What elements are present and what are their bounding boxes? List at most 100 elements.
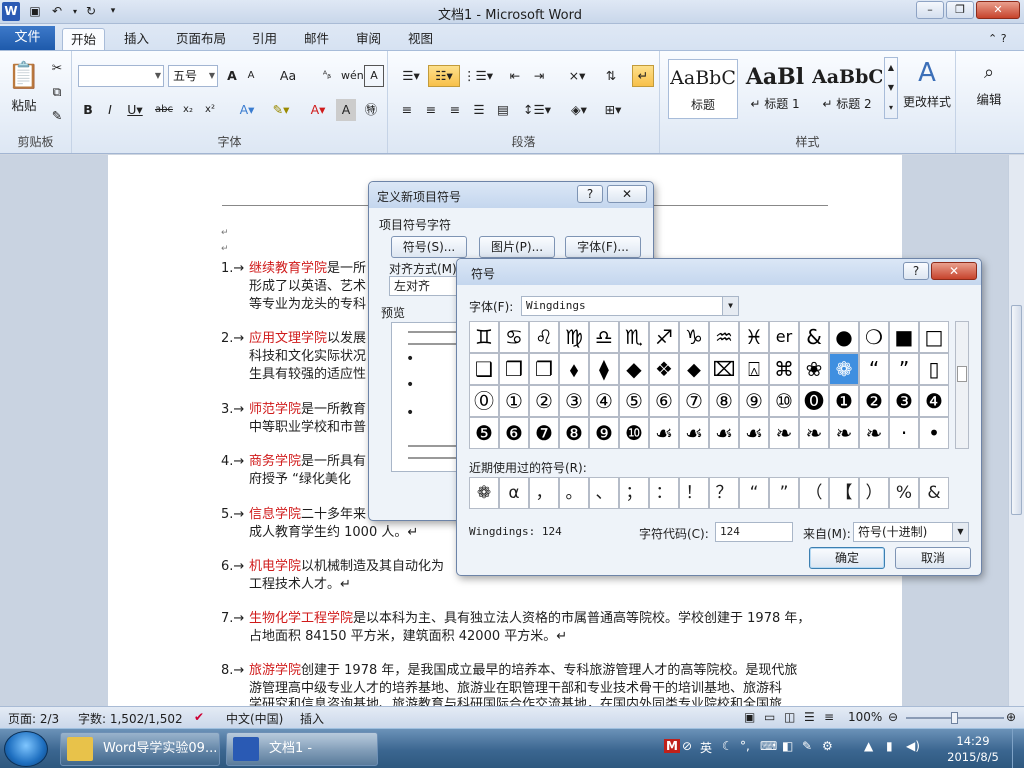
taskbar-item-explorer[interactable]: Word导学实验09...: [60, 732, 220, 766]
underline-icon[interactable]: U▾: [122, 99, 148, 121]
minimize-button[interactable]: –: [916, 1, 944, 19]
symbol-cell[interactable]: ③: [559, 385, 589, 417]
symbol-cell[interactable]: ◆: [619, 353, 649, 385]
symbol-cell[interactable]: ”: [889, 353, 919, 385]
symbol-cell[interactable]: ☙: [739, 417, 769, 449]
style-title[interactable]: AaBbC 标题: [668, 59, 738, 119]
symbol-cell[interactable]: ❾: [589, 417, 619, 449]
ime-moon-icon[interactable]: ☾: [722, 739, 733, 753]
recent-symbol-cell[interactable]: 、: [589, 477, 619, 509]
symbol-cell[interactable]: ❧: [769, 417, 799, 449]
list-item-6[interactable]: 6.→ 机电学院以机械制造及其自动化为: [221, 558, 444, 576]
subscript-icon[interactable]: x₂: [178, 99, 198, 121]
help-button[interactable]: ?: [903, 262, 929, 280]
symbol-cell[interactable]: ♊: [469, 321, 499, 353]
paste-icon[interactable]: 📋: [6, 57, 42, 95]
symbol-cell[interactable]: ♎: [589, 321, 619, 353]
symbol-cell[interactable]: ❸: [889, 385, 919, 417]
symbol-cell[interactable]: ❖: [649, 353, 679, 385]
symbol-cell[interactable]: ⑨: [739, 385, 769, 417]
copy-icon[interactable]: ⧉: [46, 81, 68, 103]
font-name-combo[interactable]: ▼: [78, 65, 164, 87]
cancel-button[interactable]: 取消: [895, 547, 971, 569]
picture-button[interactable]: 图片(P)...: [479, 236, 555, 258]
symbol-grid[interactable]: ♊ ♋ ♌ ♍ ♎ ♏ ♐ ♑ ♒ ♓ er & ● ❍ ■ □ ❑ ❒ ❐ ⬧ ⧫ ◆ ❖ ⬥ ⌧ ⍓ ⌘ ❀ ❁ “” ▯ ⓪ ① ② ③ ④ ⑤ ⑥…: [469, 321, 953, 449]
symbol-cell[interactable]: ❺: [469, 417, 499, 449]
grow-font-icon[interactable]: A: [222, 65, 242, 87]
symbol-cell[interactable]: ●: [829, 321, 859, 353]
recent-symbol-cell[interactable]: ？: [709, 477, 739, 509]
symbol-cell[interactable]: ·: [889, 417, 919, 449]
recent-symbol-cell[interactable]: α: [499, 477, 529, 509]
font-select[interactable]: Wingdings ▼: [521, 296, 739, 316]
symbol-cell[interactable]: ❁: [829, 353, 859, 385]
symbol-cell[interactable]: ①: [499, 385, 529, 417]
symbol-cell[interactable]: ⑥: [649, 385, 679, 417]
line-spacing-icon[interactable]: ↕☰▾: [522, 99, 552, 121]
symbol-cell[interactable]: ⬧: [559, 353, 589, 385]
customize-quick-access-icon[interactable]: ▾: [104, 3, 122, 20]
insert-mode[interactable]: 插入: [300, 710, 324, 727]
symbol-cell[interactable]: ❶: [829, 385, 859, 417]
symbol-cell[interactable]: ♍: [559, 321, 589, 353]
define-bullet-close-button[interactable]: ✕: [607, 185, 647, 203]
symbol-cell[interactable]: ❻: [499, 417, 529, 449]
vertical-scrollbar[interactable]: [1008, 155, 1024, 706]
recent-symbol-cell[interactable]: ）: [859, 477, 889, 509]
zoom-slider-thumb[interactable]: [951, 712, 958, 724]
font-button[interactable]: 字体(F)...: [565, 236, 641, 258]
symbol-cell[interactable]: ❐: [529, 353, 559, 385]
text-effects-icon[interactable]: A▾: [234, 99, 260, 121]
symbol-cell[interactable]: ⌘: [769, 353, 799, 385]
paste-button[interactable]: 粘贴: [4, 95, 44, 117]
symbol-cell[interactable]: ♋: [499, 321, 529, 353]
tab-home[interactable]: 开始: [62, 28, 106, 50]
symbol-cell[interactable]: ❿: [619, 417, 649, 449]
symbol-cell[interactable]: ⑩: [769, 385, 799, 417]
help-icon[interactable]: ⌃ ?: [980, 28, 1015, 50]
recent-symbols[interactable]: ❁ α，。、；：！？ “” （【）% &: [469, 477, 953, 511]
word-logo-icon[interactable]: W: [2, 2, 20, 21]
symbol-cell[interactable]: ▯: [919, 353, 949, 385]
symbol-cell[interactable]: ❹: [919, 385, 949, 417]
symbol-cell[interactable]: ☙: [679, 417, 709, 449]
from-select[interactable]: 符号(十进制) ▼: [853, 522, 969, 542]
symbol-cell[interactable]: ⑧: [709, 385, 739, 417]
ok-button[interactable]: 确定: [809, 547, 885, 569]
format-painter-icon[interactable]: ✎: [46, 105, 68, 127]
shrink-font-icon[interactable]: A: [242, 65, 260, 87]
web-layout-icon[interactable]: ◫: [784, 710, 795, 724]
close-button[interactable]: ✕: [976, 1, 1020, 19]
shading-icon[interactable]: ◈▾: [564, 99, 594, 121]
align-left-icon[interactable]: ≡: [396, 99, 418, 121]
recent-symbol-cell[interactable]: 【: [829, 477, 859, 509]
symbol-cell[interactable]: ❀: [799, 353, 829, 385]
symbol-grid-scrollbar[interactable]: [955, 321, 969, 449]
show-desktop-button[interactable]: [1012, 729, 1024, 768]
recent-symbol-cell[interactable]: ”: [769, 477, 799, 509]
superscript-icon[interactable]: x²: [200, 99, 220, 121]
character-shading-icon[interactable]: A: [336, 99, 356, 121]
recent-symbol-cell[interactable]: ❁: [469, 477, 499, 509]
ime-skin-icon[interactable]: ◧: [782, 739, 793, 753]
styles-scroll[interactable]: ▲ ▼ ▾: [884, 57, 898, 119]
symbol-cell[interactable]: er: [769, 321, 799, 353]
taskbar-item-word[interactable]: 文档1 - Microso...: [226, 732, 378, 766]
justify-icon[interactable]: ☰: [468, 99, 490, 121]
font-size-combo[interactable]: 五号 ▼: [168, 65, 218, 87]
tab-review[interactable]: 审阅: [348, 28, 389, 50]
symbol-cell[interactable]: ♑: [679, 321, 709, 353]
list-item-4[interactable]: 4.→ 商务学院是一所具有: [221, 453, 366, 471]
maximize-button[interactable]: ❐: [946, 1, 974, 19]
increase-indent-icon[interactable]: ⇥: [528, 65, 550, 87]
symbol-cell[interactable]: ⑦: [679, 385, 709, 417]
zoom-out-icon[interactable]: ⊖: [888, 710, 898, 724]
tab-references[interactable]: 引用: [244, 28, 285, 50]
symbol-cell[interactable]: ❷: [859, 385, 889, 417]
full-screen-reading-icon[interactable]: ▭: [764, 710, 775, 724]
tab-view[interactable]: 视图: [400, 28, 441, 50]
keyboard-icon[interactable]: ⌨: [760, 739, 777, 753]
language-indicator[interactable]: 中文(中国): [226, 710, 283, 727]
cut-icon[interactable]: ✂: [46, 57, 68, 79]
symbol-cell[interactable]: ⌧: [709, 353, 739, 385]
